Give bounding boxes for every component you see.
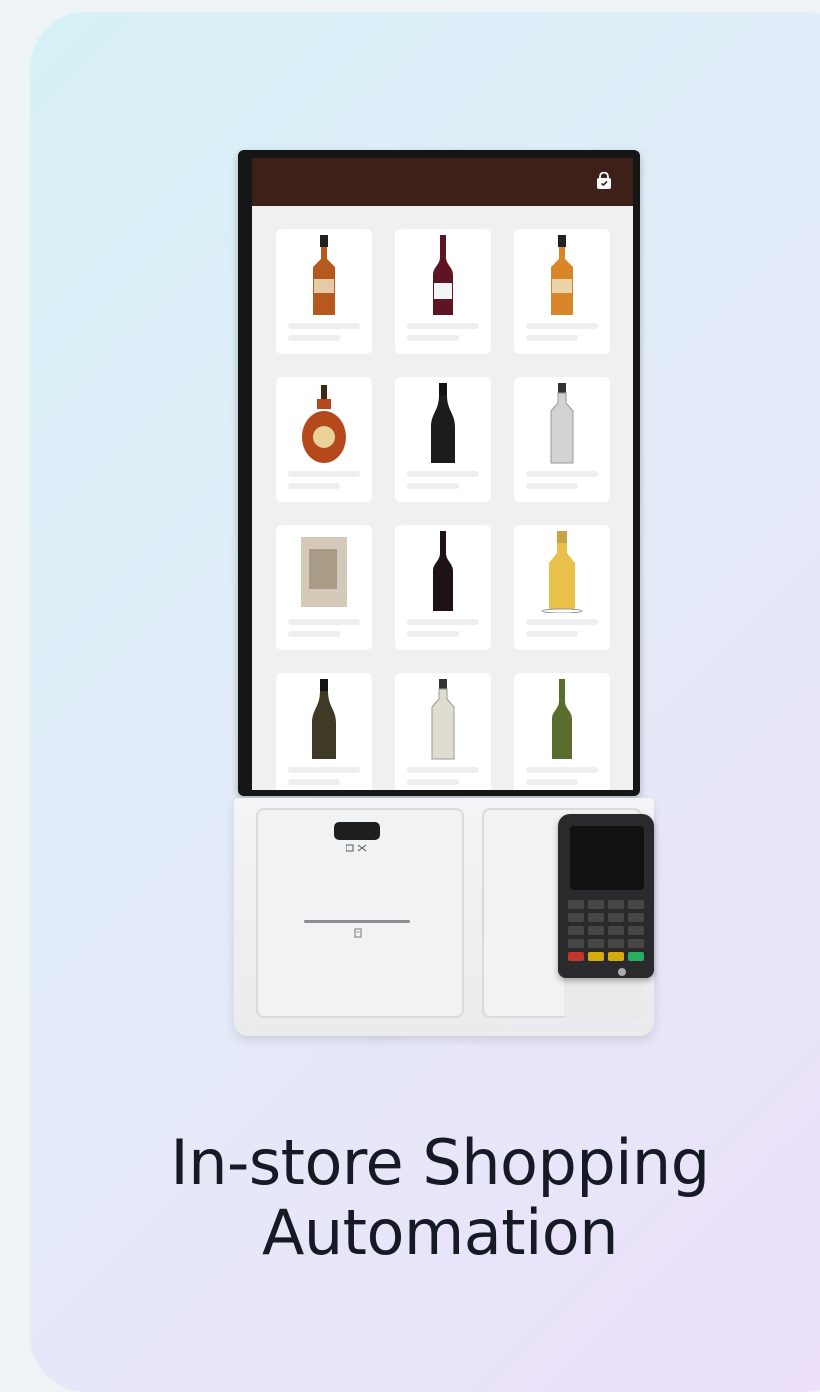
app-header	[252, 158, 633, 206]
terminal-key[interactable]	[568, 913, 584, 922]
terminal-key[interactable]	[568, 952, 584, 961]
product-tile[interactable]	[276, 229, 372, 354]
product-price-placeholder	[288, 335, 340, 341]
mount-bolt	[618, 968, 626, 976]
terminal-key[interactable]	[628, 900, 644, 909]
product-image	[552, 679, 572, 759]
card-payment-terminal[interactable]	[558, 814, 654, 978]
feature-title-line2: Automation	[261, 1196, 619, 1269]
product-tile[interactable]	[395, 525, 491, 650]
receipt-slot	[304, 920, 410, 923]
terminal-key[interactable]	[628, 939, 644, 948]
terminal-key[interactable]	[608, 926, 624, 935]
kiosk-screen-bezel	[238, 150, 640, 796]
product-image	[313, 235, 335, 315]
product-price-placeholder	[526, 631, 578, 637]
product-name-placeholder	[288, 471, 360, 477]
terminal-screen	[570, 826, 644, 890]
self-service-kiosk	[234, 150, 654, 1036]
receipt-printer-panel	[256, 808, 464, 1018]
product-image	[541, 531, 583, 613]
product-price-placeholder	[526, 779, 578, 785]
product-image	[433, 531, 453, 611]
product-name-placeholder	[288, 619, 360, 625]
feature-title-line1: In-store Shopping	[170, 1126, 710, 1199]
product-image	[550, 383, 574, 464]
product-image	[431, 679, 455, 760]
product-name-placeholder	[407, 323, 479, 329]
product-tile[interactable]	[395, 377, 491, 502]
receipt-icon	[354, 928, 362, 938]
terminal-key[interactable]	[568, 939, 584, 948]
product-name-placeholder	[288, 767, 360, 773]
product-tile[interactable]	[514, 229, 610, 354]
product-price-placeholder	[288, 483, 340, 489]
terminal-key[interactable]	[588, 952, 604, 961]
product-price-placeholder	[407, 631, 459, 637]
terminal-key[interactable]	[608, 939, 624, 948]
product-name-placeholder	[526, 323, 598, 329]
terminal-key[interactable]	[628, 926, 644, 935]
product-name-placeholder	[526, 767, 598, 773]
terminal-stand	[564, 978, 642, 1022]
terminal-key[interactable]	[608, 913, 624, 922]
product-image	[551, 235, 573, 315]
product-name-placeholder	[526, 471, 598, 477]
product-tile[interactable]	[395, 229, 491, 354]
terminal-key[interactable]	[568, 900, 584, 909]
product-tile[interactable]	[395, 673, 491, 790]
product-image	[301, 537, 347, 607]
terminal-key[interactable]	[568, 926, 584, 935]
kiosk-screen	[252, 158, 633, 790]
product-image	[302, 385, 346, 463]
product-name-placeholder	[526, 619, 598, 625]
product-image	[431, 383, 455, 463]
product-name-placeholder	[407, 471, 479, 477]
product-price-placeholder	[407, 779, 459, 785]
product-name-placeholder	[407, 619, 479, 625]
terminal-key[interactable]	[588, 939, 604, 948]
product-price-placeholder	[407, 483, 459, 489]
product-image	[312, 679, 336, 759]
product-price-placeholder	[526, 483, 578, 489]
feature-title: In-store Shopping Automation	[80, 1128, 800, 1268]
kiosk-base	[234, 798, 654, 1036]
product-image	[433, 235, 453, 315]
terminal-key[interactable]	[628, 913, 644, 922]
product-tile[interactable]	[276, 377, 372, 502]
shopping-bag-icon[interactable]	[595, 172, 613, 190]
product-price-placeholder	[407, 335, 459, 341]
terminal-key[interactable]	[608, 900, 624, 909]
product-tile[interactable]	[276, 525, 372, 650]
terminal-key[interactable]	[628, 952, 644, 961]
terminal-key[interactable]	[608, 952, 624, 961]
scanner-label-icon	[346, 844, 367, 852]
terminal-key[interactable]	[588, 900, 604, 909]
product-tile[interactable]	[514, 673, 610, 790]
product-tile[interactable]	[276, 673, 372, 790]
product-tile[interactable]	[514, 377, 610, 502]
product-price-placeholder	[288, 631, 340, 637]
product-tile[interactable]	[514, 525, 610, 650]
terminal-key[interactable]	[588, 913, 604, 922]
product-price-placeholder	[526, 335, 578, 341]
barcode-scanner	[334, 822, 380, 840]
product-name-placeholder	[407, 767, 479, 773]
product-price-placeholder	[288, 779, 340, 785]
terminal-key[interactable]	[588, 926, 604, 935]
product-name-placeholder	[288, 323, 360, 329]
